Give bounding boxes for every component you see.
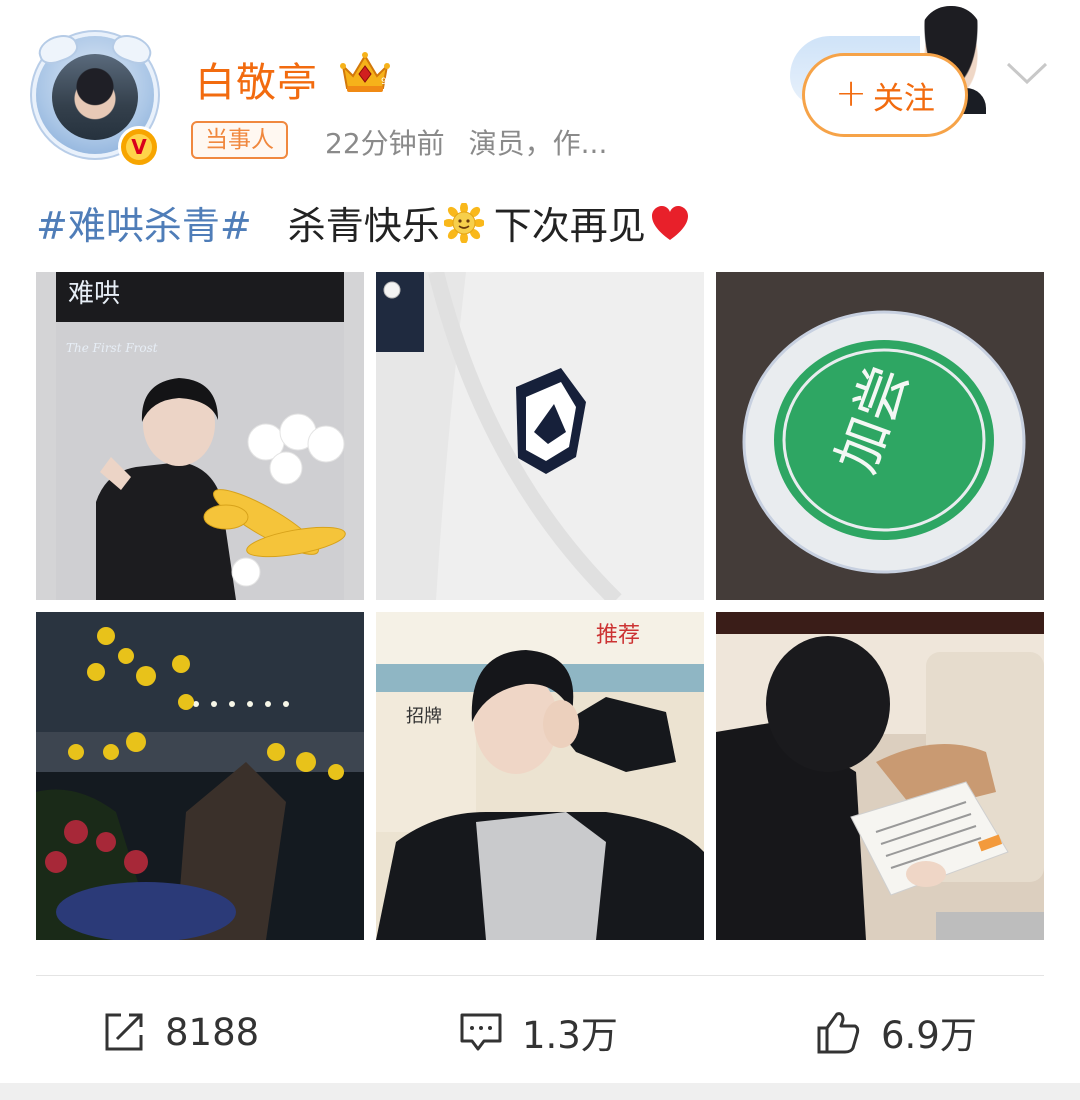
red-heart-emoji-icon (651, 205, 688, 240)
post-meta: 22分钟前 演员，作... (325, 122, 607, 162)
svg-text:The First Frost: The First Frost (66, 341, 158, 355)
post-body-2: 下次再见 (493, 204, 646, 248)
photo-2[interactable] (376, 272, 704, 600)
comment-count: 1.3万 (522, 1014, 618, 1057)
like-button[interactable]: 6.9万 (815, 1004, 977, 1060)
hashtag-link[interactable]: #难哄杀青# (36, 195, 252, 250)
poster-title: 难哄 (68, 279, 120, 309)
like-count: 6.9万 (881, 1014, 977, 1057)
chevron-down-icon[interactable] (1004, 56, 1050, 88)
bottom-bar (0, 1083, 1080, 1100)
post-body-1: 杀青快乐 (287, 204, 440, 248)
verified-icon: V (126, 134, 152, 160)
comment-button[interactable]: 1.3万 (458, 1004, 618, 1060)
menu-header: 推荐 (596, 623, 640, 648)
divider (36, 975, 1044, 976)
uniform-photo (376, 272, 704, 600)
menu-sign: 招牌 (406, 706, 442, 727)
comment-icon (460, 1013, 502, 1051)
poster-photo: 难哄 The First Frost (36, 272, 364, 600)
svg-text:9: 9 (381, 77, 387, 87)
post-text: #难哄杀青# 杀青快乐 下次再见 (36, 195, 694, 250)
sunflower-emoji-icon (443, 202, 484, 243)
crown-icon[interactable]: 9 (337, 48, 393, 96)
avatar[interactable]: V (30, 29, 160, 168)
avatar-photo (52, 54, 138, 140)
follow-button[interactable]: + 关注 (802, 53, 968, 137)
photo-1[interactable]: 难哄 The First Frost (36, 272, 364, 600)
role-tag: 当事人 (191, 121, 288, 159)
photo-5[interactable]: 招牌 推荐 (376, 612, 704, 940)
photo-4[interactable] (36, 612, 364, 940)
follow-label: 关注 (872, 80, 935, 117)
reading-photo (716, 612, 1044, 940)
photo-6[interactable] (716, 612, 1044, 940)
boy-hoodie-photo: 招牌 推荐 (376, 612, 704, 940)
flowers-photo (36, 612, 364, 940)
verified-badge: V (118, 126, 160, 168)
photo-3[interactable]: 加尝 (716, 272, 1044, 600)
projector-photo: 加尝 (716, 272, 1044, 600)
post-time: 22分钟前 (325, 127, 445, 160)
repost-count: 8188 (165, 1010, 260, 1054)
share-icon (105, 1013, 143, 1051)
user-profession: 演员，作... (468, 127, 608, 160)
repost-button[interactable]: 8188 (101, 1004, 259, 1060)
thumbs-up-icon (817, 1012, 860, 1054)
plus-icon: + (835, 71, 867, 115)
user-name[interactable]: 白敬亭 (195, 50, 318, 108)
